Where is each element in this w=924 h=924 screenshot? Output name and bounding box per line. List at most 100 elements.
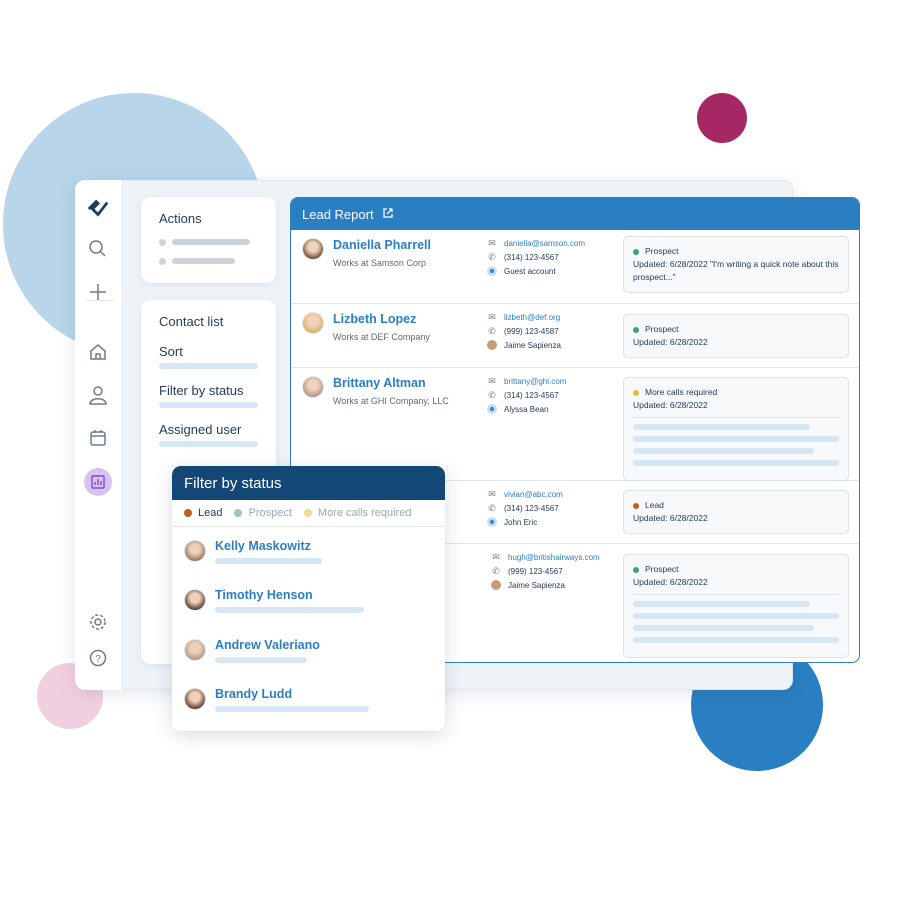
status-label: Prospect (645, 564, 679, 574)
phone-icon: ✆ (488, 389, 496, 400)
status-box[interactable]: Prospect Updated: 6/28/2022 "I'm writing… (623, 236, 849, 293)
plus-icon[interactable] (86, 280, 110, 304)
lead-email[interactable]: daniella@samson.com (504, 239, 585, 248)
svg-text:?: ? (95, 654, 101, 665)
owner-avatar (491, 580, 501, 590)
legend-more_calls[interactable]: More calls required (318, 507, 412, 519)
sort-bar (159, 363, 258, 369)
filter-by-status-label[interactable]: Filter by status (159, 383, 244, 398)
status-dot (633, 389, 639, 396)
lead-phone: (999) 123-4587 (504, 326, 559, 336)
contact-name[interactable]: Kelly Maskowitz (215, 539, 311, 553)
contact-name[interactable]: Andrew Valeriano (215, 638, 320, 652)
mail-icon: ✉ (488, 488, 496, 499)
assigned-user-label[interactable]: Assigned user (159, 422, 241, 437)
status-dot (633, 248, 639, 255)
avatar (184, 687, 206, 710)
lead-owner: Jaime Sapienza (508, 580, 565, 590)
placeholder-dot (159, 239, 166, 246)
lead-email[interactable]: vivian@abc.com (504, 490, 563, 499)
lead-email[interactable]: brittany@ghi.com (504, 377, 566, 386)
legend-dot (184, 509, 192, 517)
lead-name[interactable]: Lizbeth Lopez (333, 312, 416, 326)
status-box[interactable]: Prospect Updated: 6/28/2022 (623, 554, 849, 658)
search-icon[interactable] (86, 237, 110, 261)
avatar (302, 312, 324, 334)
lead-company: Works at GHI Company, LLC (333, 396, 449, 406)
note-placeholder (633, 417, 839, 466)
lead-owner: Guest account (504, 266, 556, 276)
lead-company: Works at Samson Corp (333, 258, 426, 268)
placeholder-bar (215, 558, 322, 564)
placeholder-bar (215, 656, 307, 663)
avatar (184, 540, 206, 562)
help-icon[interactable]: ? (86, 646, 110, 670)
status-updated: Updated: 6/28/2022 (633, 400, 708, 410)
lead-row[interactable]: Lizbeth Lopez Works at DEF Company ✉ lizbe… (291, 304, 859, 368)
status-label: Prospect (645, 246, 679, 256)
user-icon[interactable] (86, 383, 110, 407)
calendar-icon[interactable] (86, 426, 110, 450)
note-placeholder (633, 594, 839, 643)
user-icon: ☻ (487, 404, 497, 414)
mail-icon: ✉ (488, 237, 496, 248)
lead-report-header: Lead Report (291, 198, 859, 230)
lead-name[interactable]: Daniella Pharrell (333, 238, 431, 252)
phone-icon: ✆ (492, 565, 500, 576)
mail-icon: ✉ (492, 551, 500, 562)
status-label: More calls required (645, 387, 718, 397)
status-box[interactable]: Lead Updated: 6/28/2022 (623, 490, 849, 534)
status-box[interactable]: Prospect Updated: 6/28/2022 (623, 314, 849, 358)
lead-email[interactable]: lizbeth@def.org (504, 313, 560, 322)
placeholder-bar (215, 607, 364, 614)
avatar (184, 638, 206, 661)
lead-row[interactable]: Brittany Altman Works at GHI Company, LL… (291, 368, 859, 481)
status-updated: Updated: 6/28/2022 (633, 337, 708, 347)
status-updated: Updated: 6/28/2022 (633, 577, 708, 587)
lead-email[interactable]: hugh@britishairways.com (508, 553, 600, 562)
sort-label[interactable]: Sort (159, 344, 183, 359)
external-link-icon[interactable] (382, 207, 394, 222)
assigned-user-bar (159, 441, 258, 447)
reports-icon[interactable] (84, 468, 112, 496)
filter-by-status-popup: Filter by status Lead Prospect More calls … (172, 466, 445, 731)
contact-list-title: Contact list (159, 314, 224, 329)
status-updated: Updated: 6/28/2022 (633, 513, 708, 523)
status-label: Prospect (645, 324, 679, 334)
user-icon: ☻ (487, 266, 497, 276)
lead-owner: Alyssa Bean (504, 404, 549, 414)
lead-owner: John Eric (504, 517, 538, 527)
user-icon: ☻ (487, 517, 497, 527)
lead-name[interactable]: Brittany Altman (333, 376, 426, 390)
placeholder-bar (172, 258, 235, 264)
lead-row[interactable]: Daniella Pharrell Works at Samson Corp ✉ d… (291, 230, 859, 304)
logo-check-icon[interactable] (86, 197, 110, 221)
status-dot (633, 566, 639, 573)
lead-company: Works at DEF Company (333, 332, 430, 342)
popup-title: Filter by status (172, 466, 445, 500)
gear-icon[interactable] (86, 610, 110, 634)
owner-avatar (487, 340, 497, 350)
contact-name[interactable]: Timothy Henson (215, 588, 313, 602)
phone-icon: ✆ (488, 325, 496, 336)
lead-phone: (314) 123-4567 (504, 503, 559, 513)
contact-name[interactable]: Brandy Ludd (215, 687, 292, 701)
lead-phone: (314) 123-4567 (504, 252, 559, 262)
phone-icon: ✆ (488, 251, 496, 262)
placeholder-dot (159, 258, 166, 265)
status-label: Lead (645, 500, 664, 510)
legend-lead[interactable]: Lead (198, 507, 222, 519)
placeholder-bar (172, 239, 250, 245)
avatar (184, 589, 206, 612)
status-updated: Updated: 6/28/2022 "I'm writing a quick … (633, 259, 839, 282)
filter-bar (159, 402, 258, 408)
decor-circle-magenta (697, 93, 747, 143)
avatar (302, 238, 324, 260)
status-box[interactable]: More calls required Updated: 6/28/2022 (623, 377, 849, 481)
placeholder-bar (215, 705, 369, 712)
lead-report-title: Lead Report (302, 206, 374, 222)
legend-prospect[interactable]: Prospect (248, 507, 291, 519)
avatar (302, 376, 324, 398)
status-dot (633, 326, 639, 333)
home-icon[interactable] (86, 340, 110, 364)
